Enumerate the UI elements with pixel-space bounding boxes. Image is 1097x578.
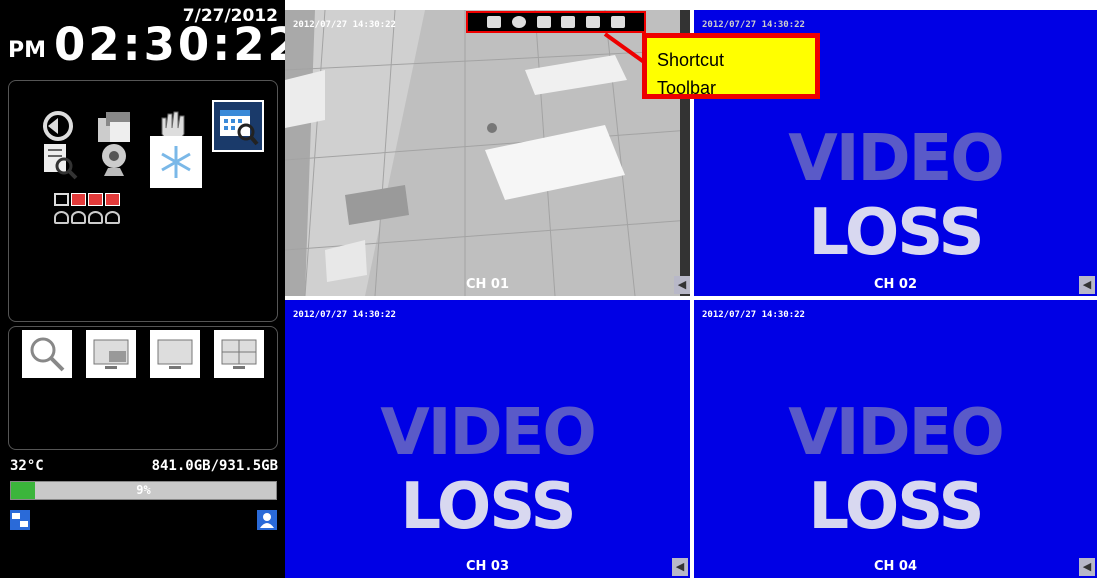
info-icon[interactable] — [511, 16, 526, 28]
shortcut-toolbar-callout: Shortcut Toolbar — [642, 33, 820, 99]
disk-usage-readout: 841.0GB/931.5GB — [151, 458, 278, 474]
channel-timestamp: 2012/07/27 14:30:22 — [293, 20, 396, 30]
video-loss-text: VIDEO LOSS — [380, 396, 597, 544]
disk-usage-bar: 9% — [10, 481, 277, 500]
speaker-icon[interactable]: ◀ — [672, 558, 688, 576]
calendar-search-icon[interactable] — [212, 100, 264, 152]
camera-status-icon — [88, 211, 103, 224]
channel-timestamp: 2012/07/27 14:30:22 — [702, 20, 805, 30]
speaker-icon[interactable]: ◀ — [674, 276, 690, 294]
camera-status-icon — [54, 211, 69, 224]
webcam-icon[interactable] — [90, 136, 138, 184]
control-panel: 7/27/2012 PM 02:30:22 32°C 841.0GB/931.5… — [0, 0, 299, 578]
video-loss-text: VIDEO LOSS — [788, 122, 1005, 270]
channel-timestamp: 2012/07/27 14:30:22 — [293, 310, 396, 320]
disk-usage-percent: 9% — [136, 483, 151, 497]
channel-label: CH 02 — [873, 277, 918, 292]
channel-label: CH 03 — [465, 559, 510, 574]
quad-view-icon[interactable] — [214, 330, 264, 378]
camera-icon[interactable] — [561, 16, 576, 28]
network-icon[interactable] — [10, 510, 30, 530]
temperature-readout: 32°C — [10, 458, 44, 474]
shortcut-toolbar — [466, 11, 646, 33]
clock-time: 02:30:22 — [54, 18, 302, 71]
camera-status-icon — [105, 211, 120, 224]
alarm-status-icon — [71, 193, 86, 206]
alarm-status-icon — [105, 193, 120, 206]
channel-timestamp: 2012/07/27 14:30:22 — [702, 310, 805, 320]
clock-ampm: PM — [8, 38, 47, 63]
image-icon[interactable] — [585, 16, 600, 28]
camera-status-icon — [71, 211, 86, 224]
channel-label: CH 04 — [873, 559, 918, 574]
speaker-icon[interactable]: ◀ — [1079, 558, 1095, 576]
list-icon[interactable] — [610, 16, 625, 28]
callout-line-2: Toolbar — [657, 78, 717, 98]
zoom-icon[interactable] — [22, 330, 72, 378]
display-icon[interactable] — [536, 16, 551, 28]
channel-3-view[interactable]: 2012/07/27 14:30:22 VIDEO LOSS CH 03 ◀ — [285, 300, 690, 578]
speaker-icon[interactable]: ◀ — [1079, 276, 1095, 294]
log-search-icon[interactable] — [34, 136, 82, 184]
channel-label: CH 01 — [465, 277, 510, 292]
single-view-icon[interactable] — [150, 330, 200, 378]
lock-icon[interactable] — [487, 16, 502, 28]
alarm-status-icon — [88, 193, 103, 206]
callout-line-1: Shortcut — [657, 50, 725, 70]
user-icon[interactable] — [257, 510, 277, 530]
pip-view-icon[interactable] — [86, 330, 136, 378]
monitor-status-icon — [54, 193, 69, 206]
channel-4-view[interactable]: 2012/07/27 14:30:22 VIDEO LOSS CH 04 ◀ — [694, 300, 1097, 578]
video-loss-text: VIDEO LOSS — [788, 396, 1005, 544]
snowflake-freeze-icon[interactable] — [150, 136, 202, 188]
